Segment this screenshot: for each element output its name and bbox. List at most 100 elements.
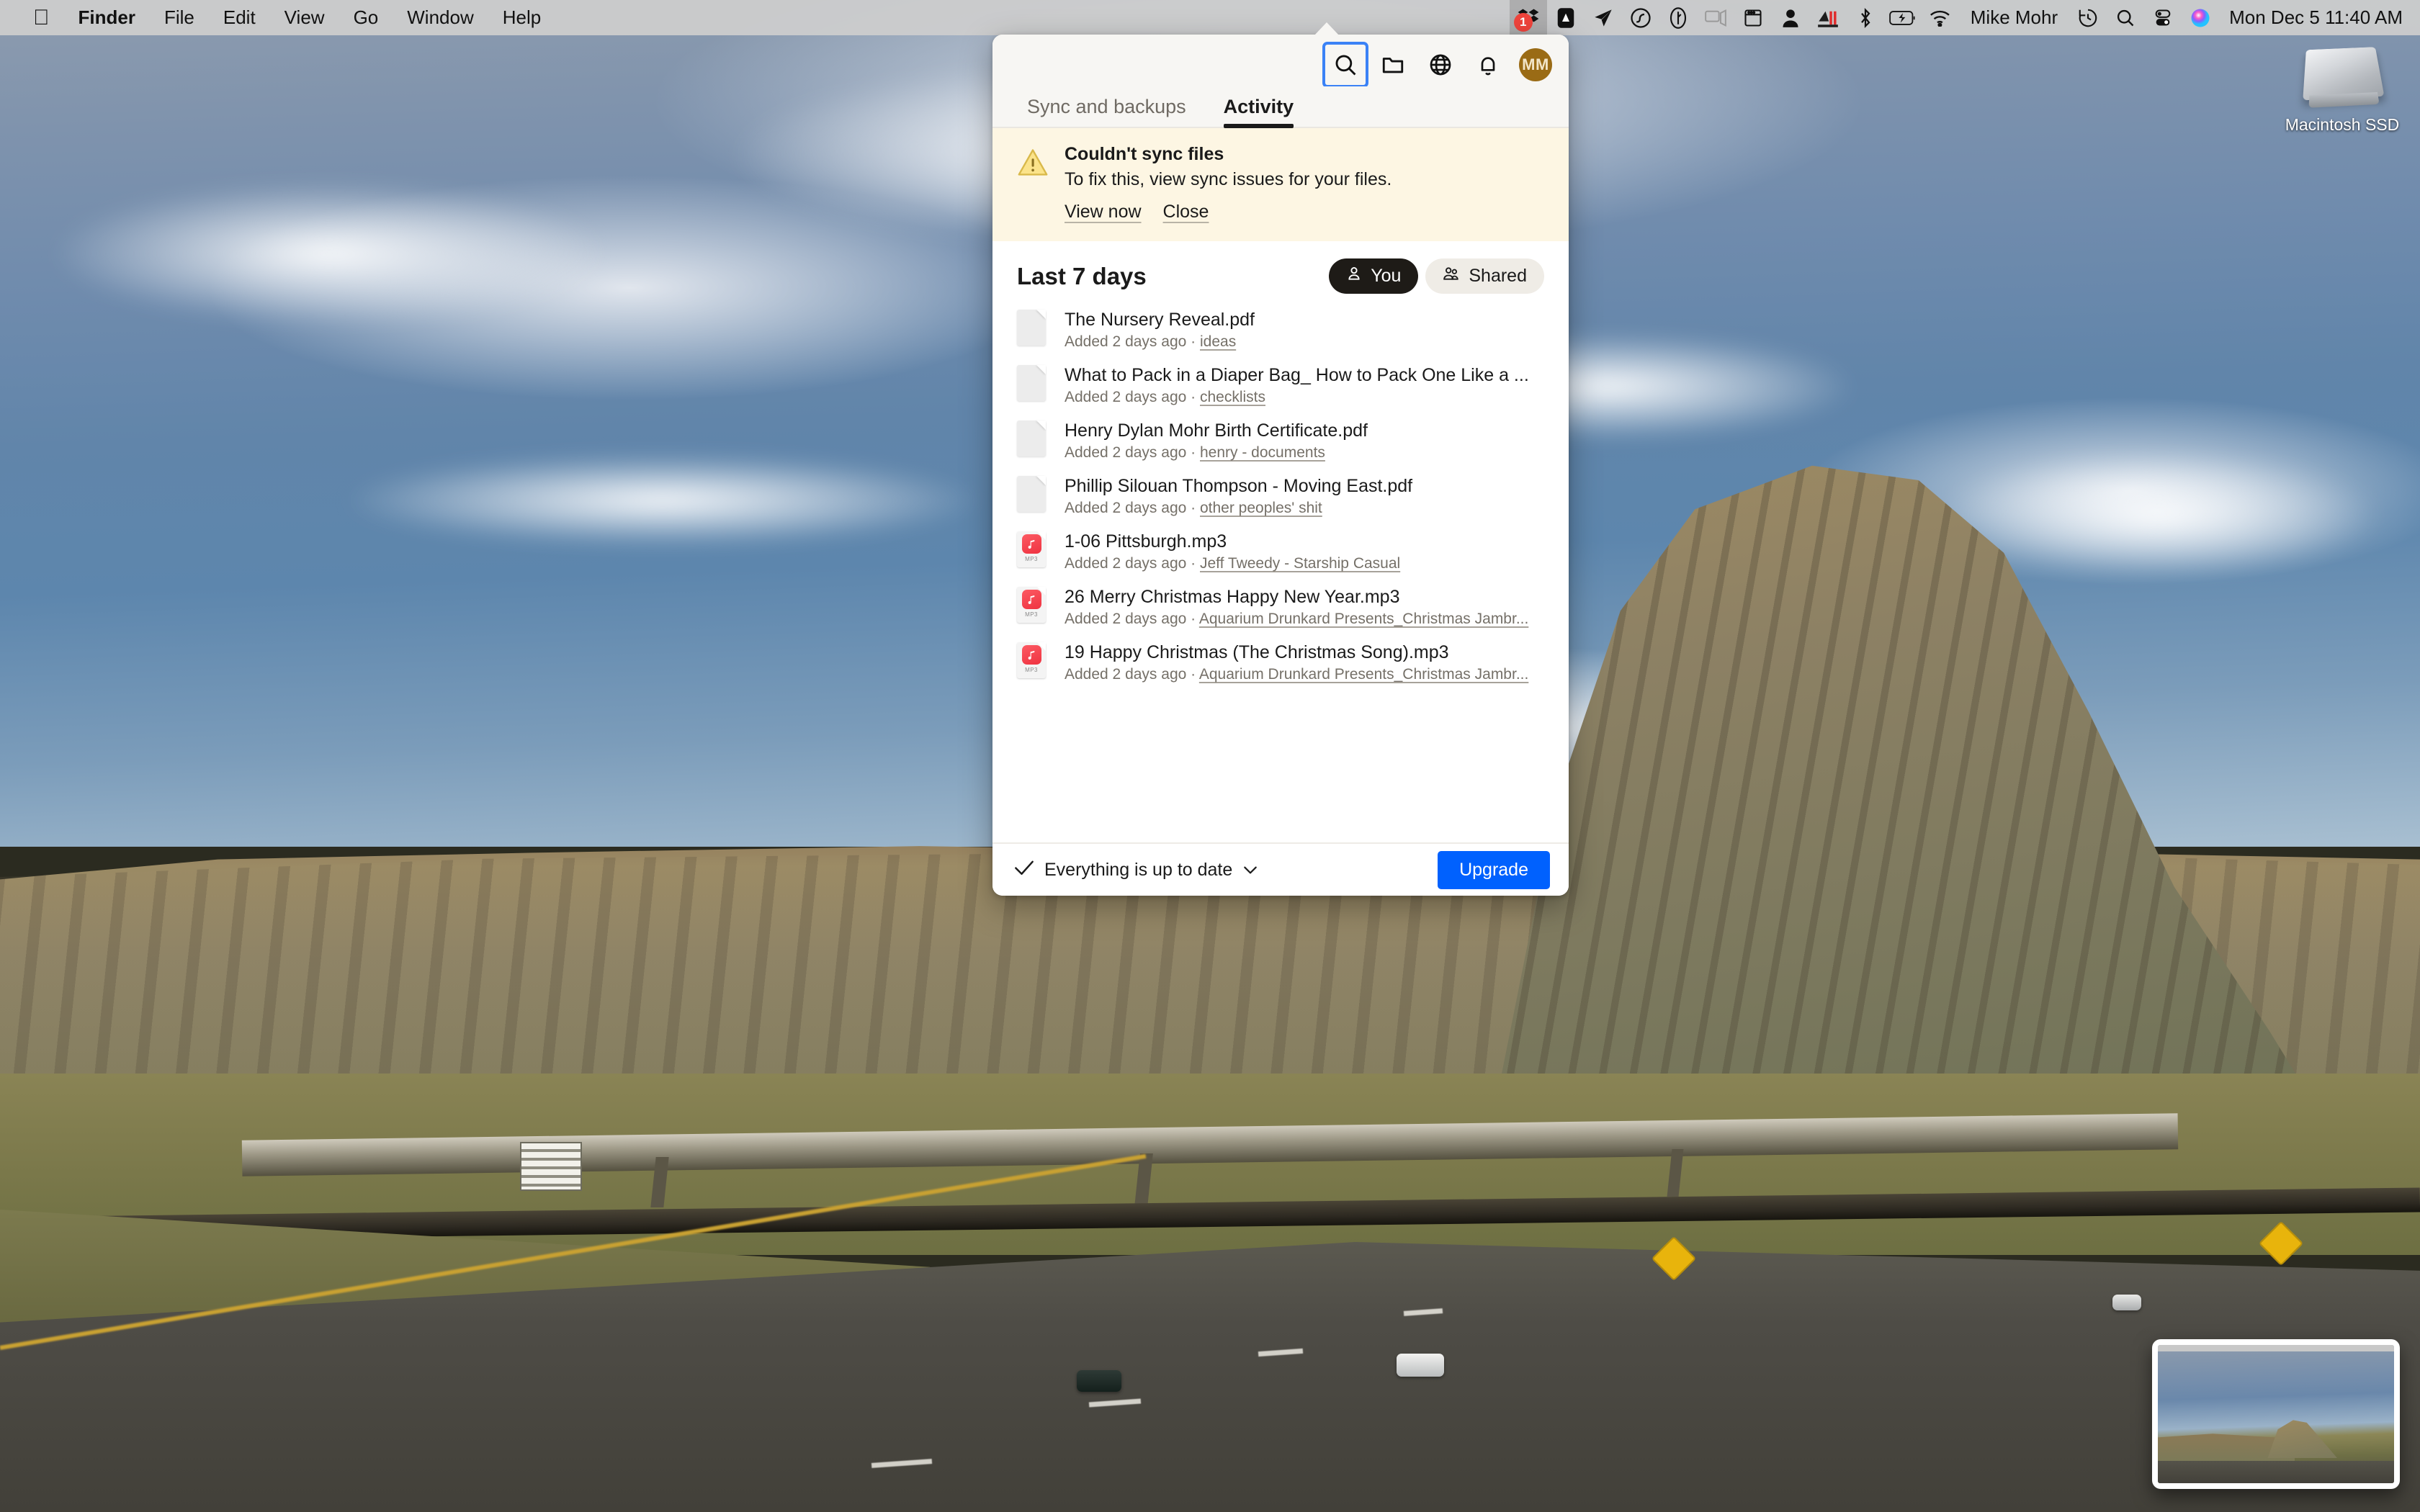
chevron-down-icon[interactable] — [1242, 860, 1258, 881]
sync-error-banner: Couldn't sync files To fix this, view sy… — [992, 128, 1569, 241]
file-list-item[interactable]: Phillip Silouan Thompson - Moving East.p… — [992, 469, 1569, 524]
file-name: 19 Happy Christmas (The Christmas Song).… — [1065, 642, 1449, 662]
file-folder-link[interactable]: other peoples' shit — [1200, 500, 1322, 516]
file-folder-link[interactable]: Jeff Tweedy - Starship Casual — [1200, 555, 1400, 572]
time-machine-icon[interactable] — [2069, 0, 2107, 35]
wifi-icon[interactable] — [1922, 0, 1959, 35]
file-list-item-body: What to Pack in a Diaper Bag_ How to Pac… — [1065, 365, 1544, 406]
bluetooth-icon[interactable] — [1847, 0, 1884, 35]
search-icon[interactable] — [1325, 45, 1366, 85]
file-name: What to Pack in a Diaper Bag_ How to Pac… — [1065, 365, 1529, 385]
file-list-item[interactable]: What to Pack in a Diaper Bag_ How to Pac… — [992, 358, 1569, 413]
dropbox-badge-count: 1 — [1513, 13, 1533, 32]
menu-item-file[interactable]: File — [150, 0, 209, 35]
file-folder-link[interactable]: checklists — [1200, 389, 1265, 405]
file-meta: Added 2 days ago · Jeff Tweedy - Starshi… — [1065, 555, 1544, 572]
file-list-item[interactable]: MP3 26 Merry Christmas Happy New Year.mp3… — [992, 580, 1569, 635]
filter-you-button[interactable]: You — [1329, 258, 1419, 294]
checkmark-icon — [1014, 859, 1034, 881]
tab-sync-and-backups[interactable]: Sync and backups — [1021, 96, 1205, 127]
airplay-icon — [1697, 0, 1734, 35]
file-added-time: Added 2 days ago — [1065, 666, 1187, 683]
menu-bar-user-name[interactable]: Mike Mohr — [1959, 0, 2069, 35]
view-now-link[interactable]: View now — [1065, 202, 1142, 222]
file-folder-link[interactable]: henry - documents — [1200, 444, 1325, 461]
window-manager-icon[interactable] — [1734, 0, 1772, 35]
menu-bar-clock[interactable]: Mon Dec 5 11:40 AM — [2219, 6, 2403, 29]
globe-icon[interactable] — [1420, 45, 1461, 85]
filter-you-label: You — [1371, 266, 1402, 286]
file-folder-link[interactable]: ideas — [1200, 333, 1236, 350]
screenshot-thumbnail[interactable] — [2152, 1339, 2400, 1489]
sync-status-text: Everything is up to date — [1044, 859, 1233, 880]
file-meta-separator: · — [1186, 444, 1200, 461]
file-added-time: Added 2 days ago — [1065, 444, 1187, 461]
file-list-item[interactable]: MP3 19 Happy Christmas (The Christmas Son… — [992, 635, 1569, 690]
location-arrow-icon[interactable] — [1585, 0, 1622, 35]
file-meta-separator: · — [1186, 389, 1200, 405]
screenshot-thumbnail-image — [2158, 1345, 2394, 1483]
sync-status[interactable]: Everything is up to date — [1014, 859, 1258, 881]
battery-charging-icon[interactable] — [1884, 0, 1922, 35]
document-file-icon — [1017, 365, 1049, 402]
menu-item-go[interactable]: Go — [339, 0, 393, 35]
file-meta: Added 2 days ago · checklists — [1065, 389, 1544, 406]
menu-item-finder[interactable]: Finder — [64, 0, 150, 35]
file-meta: Added 2 days ago · other peoples' shit — [1065, 500, 1544, 517]
upgrade-button[interactable]: Upgrade — [1438, 850, 1550, 889]
file-folder-link[interactable]: Aquarium Drunkard Presents_Christmas Jam… — [1199, 611, 1529, 627]
1password-icon[interactable] — [1659, 0, 1697, 35]
file-added-time: Added 2 days ago — [1065, 500, 1187, 516]
adobe-acrobat-icon[interactable] — [1547, 0, 1585, 35]
close-banner-link[interactable]: Close — [1163, 202, 1209, 222]
menu-item-view[interactable]: View — [270, 0, 339, 35]
desktop-drive-icon[interactable]: Macintosh SSD — [2285, 43, 2400, 135]
panel-header-toolbar: MM — [992, 35, 1569, 86]
activity-list-header: Last 7 days You Shared — [992, 241, 1569, 302]
wallpaper-car — [1396, 1353, 1444, 1377]
file-added-time: Added 2 days ago — [1065, 389, 1187, 405]
file-added-time: Added 2 days ago — [1065, 333, 1187, 350]
filter-shared-button[interactable]: Shared — [1425, 258, 1544, 294]
file-list-item-body: The Nursery Reveal.pdf Added 2 days ago ·… — [1065, 310, 1544, 351]
apple-logo-icon[interactable]:  — [19, 0, 64, 35]
menu-item-edit[interactable]: Edit — [209, 0, 270, 35]
tab-activity[interactable]: Activity — [1205, 96, 1313, 128]
creative-cloud-icon[interactable] — [1622, 0, 1659, 35]
banner-title: Couldn't sync files — [1065, 144, 1224, 164]
avatar[interactable]: MM — [1515, 45, 1556, 85]
file-meta: Added 2 days ago · ideas — [1065, 333, 1544, 351]
menu-item-help[interactable]: Help — [488, 0, 555, 35]
file-name: Phillip Silouan Thompson - Moving East.p… — [1065, 476, 1413, 496]
file-list-item[interactable]: MP3 1-06 Pittsburgh.mp3 Added 2 days ago ·… — [992, 524, 1569, 580]
wallpaper-billboard — [520, 1141, 583, 1191]
file-list-item-body: 19 Happy Christmas (The Christmas Song).… — [1065, 642, 1544, 683]
siri-icon[interactable] — [2182, 0, 2219, 35]
activity-filter-segments: You Shared — [1329, 258, 1544, 294]
dropbox-menu-icon[interactable]: 1 — [1509, 0, 1547, 35]
filter-shared-label: Shared — [1469, 266, 1527, 286]
page-title: Last 7 days — [1017, 262, 1147, 289]
folder-icon[interactable] — [1373, 45, 1413, 85]
document-file-icon — [1017, 420, 1049, 458]
backblaze-icon[interactable] — [1809, 0, 1847, 35]
file-meta: Added 2 days ago · Aquarium Drunkard Pre… — [1065, 611, 1544, 628]
file-list-item[interactable]: The Nursery Reveal.pdf Added 2 days ago ·… — [992, 302, 1569, 358]
menu-item-window[interactable]: Window — [393, 0, 488, 35]
file-list-item[interactable]: Henry Dylan Mohr Birth Certificate.pdf Ad… — [992, 413, 1569, 469]
file-folder-link[interactable]: Aquarium Drunkard Presents_Christmas Jam… — [1199, 666, 1529, 683]
spotlight-search-icon[interactable] — [2107, 0, 2144, 35]
file-list-item-body: 1-06 Pittsburgh.mp3 Added 2 days ago · Je… — [1065, 531, 1544, 572]
menu-bar-app-menus:  Finder File Edit View Go Window Help — [0, 0, 555, 35]
file-meta-separator: · — [1186, 555, 1200, 572]
file-name: Henry Dylan Mohr Birth Certificate.pdf — [1065, 420, 1368, 441]
avatar-initials: MM — [1519, 48, 1552, 81]
bell-icon[interactable] — [1468, 45, 1508, 85]
wallpaper-cloud — [339, 454, 987, 547]
document-file-icon — [1017, 310, 1049, 347]
thumbnail-menubar — [2158, 1345, 2394, 1351]
file-meta-separator: · — [1186, 666, 1199, 683]
file-name: 26 Merry Christmas Happy New Year.mp3 — [1065, 587, 1400, 607]
control-center-icon[interactable] — [2144, 0, 2182, 35]
user-account-icon[interactable] — [1772, 0, 1809, 35]
